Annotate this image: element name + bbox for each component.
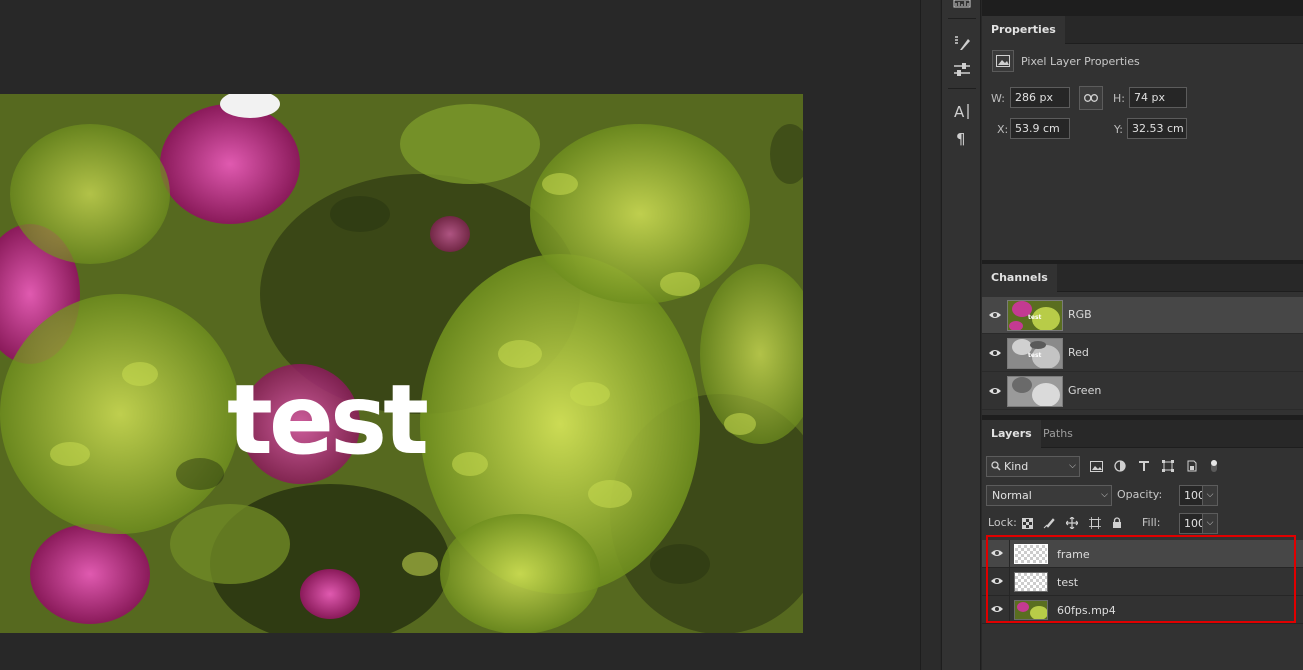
channels-panel: Channels test RGB test Red Green	[982, 264, 1303, 415]
layer-name[interactable]: test	[1057, 576, 1078, 589]
document-canvas[interactable]: test frame	[0, 94, 803, 633]
chevron-down-icon: ⌵	[1069, 461, 1076, 471]
link-dimensions-button[interactable]	[1079, 86, 1103, 110]
layers-panel: Layers Paths Kind ⌵ Normal ⌵ Opacity: 10…	[982, 420, 1303, 670]
svg-text:A: A	[954, 103, 965, 120]
tab-properties[interactable]: Properties	[982, 16, 1065, 44]
channel-thumb-red: test	[1007, 338, 1063, 369]
kind-filter-select[interactable]: Kind ⌵	[986, 456, 1080, 477]
properties-tabs: Properties	[982, 16, 1303, 44]
tab-paths[interactable]: Paths	[1034, 420, 1082, 448]
canvas-text-test[interactable]: test	[227, 372, 429, 468]
channel-row-rgb[interactable]: test RGB	[982, 297, 1303, 334]
width-label: W:	[991, 92, 1005, 105]
channel-name: RGB	[1068, 308, 1092, 321]
properties-panel: Properties Pixel Layer Properties W: 286…	[982, 16, 1303, 260]
eye-icon[interactable]	[990, 604, 1004, 616]
eye-icon[interactable]	[988, 347, 1002, 359]
opacity-dropdown[interactable]: ⌵	[1202, 485, 1218, 506]
layer-thumb-frame	[1014, 544, 1048, 564]
fill-dropdown[interactable]: ⌵	[1202, 513, 1218, 534]
channels-tabs: Channels	[982, 264, 1303, 292]
panel-tool-strip: A ¶	[941, 0, 981, 670]
canvas-area[interactable]: test frame	[0, 0, 920, 670]
pixel-filter-icon[interactable]	[1088, 458, 1104, 474]
layer-name[interactable]: 60fps.mp4	[1057, 604, 1116, 617]
lock-position-icon[interactable]	[1065, 516, 1079, 530]
eye-icon[interactable]	[990, 576, 1004, 588]
lock-row: Lock: Fill: 100% ⌵	[982, 511, 1303, 537]
channel-row-green[interactable]: Green	[982, 373, 1303, 410]
histogram-icon[interactable]	[950, 0, 974, 8]
layer-thumb-video	[1014, 600, 1048, 620]
chevron-down-icon: ⌵	[1101, 490, 1108, 500]
type-filter-icon[interactable]	[1136, 458, 1152, 474]
layer-name[interactable]: frame	[1057, 548, 1090, 561]
adjustments-icon[interactable]	[950, 59, 974, 81]
channel-thumb-rgb: test	[1007, 300, 1063, 331]
tab-channels[interactable]: Channels	[982, 264, 1057, 292]
channel-name: Green	[1068, 384, 1102, 397]
x-field[interactable]: 53.9 cm	[1010, 118, 1070, 139]
lock-label: Lock:	[988, 516, 1017, 529]
tab-layers[interactable]: Layers	[982, 420, 1041, 448]
layer-filter-row: Kind ⌵	[982, 454, 1303, 480]
eye-icon[interactable]	[988, 385, 1002, 397]
layer-row-test[interactable]: test	[982, 568, 1303, 596]
channel-name: Red	[1068, 346, 1089, 359]
layer-row-frame[interactable]: frame	[982, 540, 1303, 568]
lock-transparency-icon[interactable]	[1020, 516, 1034, 530]
paragraph-icon[interactable]: ¶	[950, 127, 974, 149]
kind-label: Kind	[1004, 460, 1029, 473]
x-label: X:	[997, 123, 1009, 136]
pixel-layer-icon	[992, 50, 1014, 72]
blend-mode-value: Normal	[992, 489, 1032, 502]
canvas-scrollbar[interactable]	[920, 0, 940, 670]
search-icon	[991, 461, 1001, 471]
fill-label: Fill:	[1142, 516, 1161, 529]
height-field[interactable]: 74 px	[1129, 87, 1187, 108]
right-panels: Properties Pixel Layer Properties W: 286…	[982, 0, 1303, 670]
channel-row-red[interactable]: test Red	[982, 335, 1303, 372]
brush-settings-icon[interactable]	[950, 32, 974, 54]
adjustment-filter-icon[interactable]	[1112, 458, 1128, 474]
channel-thumb-green	[1007, 376, 1063, 407]
y-field[interactable]: 32.53 cm	[1127, 118, 1187, 139]
width-field[interactable]: 286 px	[1010, 87, 1070, 108]
character-icon[interactable]: A	[950, 100, 974, 122]
svg-text:test: test	[1028, 352, 1042, 359]
layers-tabs: Layers Paths	[982, 420, 1303, 448]
svg-text:test: test	[1028, 314, 1042, 321]
photoshop-window: test frame A ¶ Properties	[0, 0, 1303, 670]
height-label: H:	[1113, 92, 1125, 105]
lock-artboard-icon[interactable]	[1088, 516, 1102, 530]
link-icon	[1084, 94, 1098, 102]
lock-pixels-icon[interactable]	[1042, 516, 1056, 530]
eye-icon[interactable]	[988, 309, 1002, 321]
eye-icon[interactable]	[990, 548, 1004, 560]
blend-row: Normal ⌵ Opacity: 100% ⌵	[982, 483, 1303, 509]
properties-title: Pixel Layer Properties	[1021, 54, 1140, 68]
blend-mode-select[interactable]: Normal ⌵	[986, 485, 1112, 506]
properties-header: Pixel Layer Properties	[992, 50, 1140, 72]
opacity-label: Opacity:	[1117, 488, 1163, 501]
layer-row-60fps[interactable]: 60fps.mp4	[982, 596, 1303, 624]
y-label: Y:	[1114, 123, 1123, 136]
svg-text:¶: ¶	[956, 130, 966, 147]
shape-filter-icon[interactable]	[1160, 458, 1176, 474]
filter-toggle-icon[interactable]	[1206, 458, 1222, 474]
lock-all-icon[interactable]	[1110, 516, 1124, 530]
layer-thumb-test	[1014, 572, 1048, 592]
smart-object-filter-icon[interactable]	[1184, 458, 1200, 474]
